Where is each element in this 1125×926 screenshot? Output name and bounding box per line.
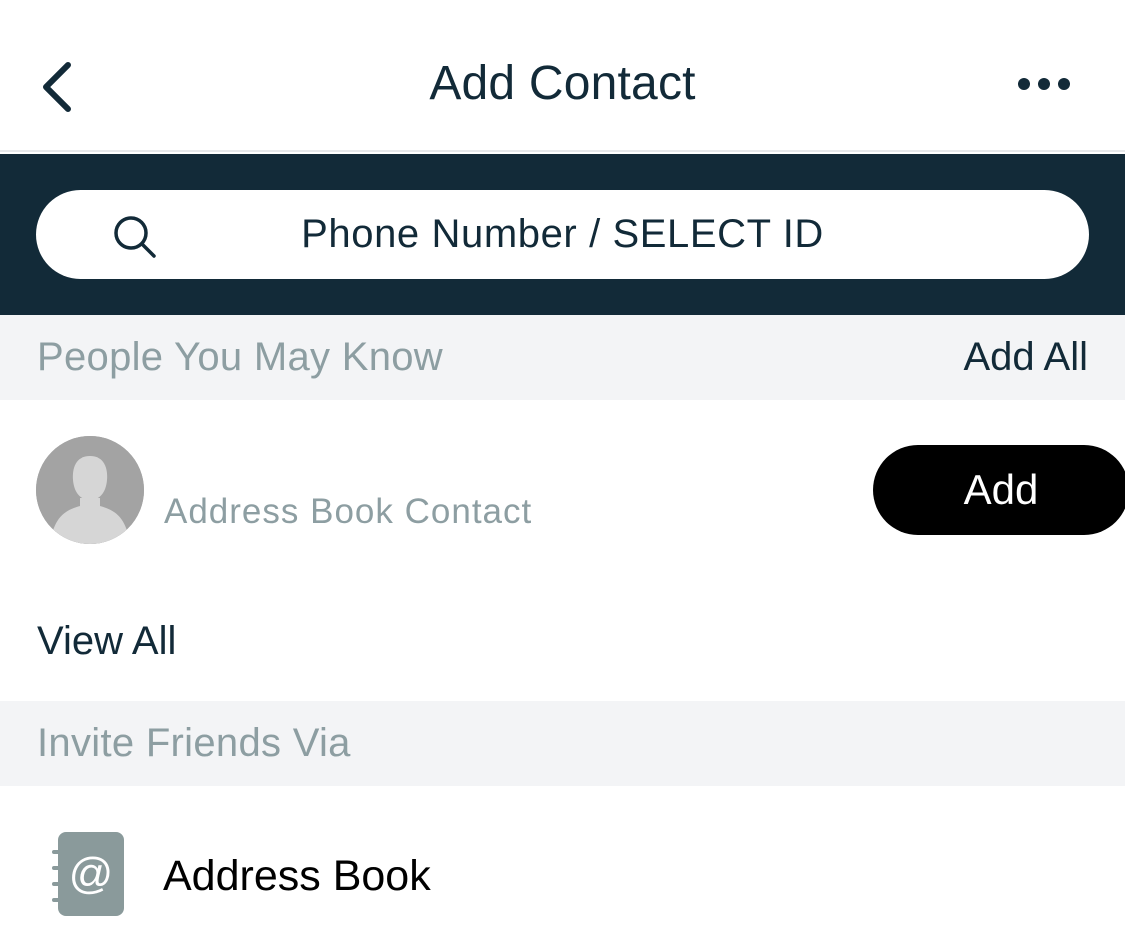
add-contact-screen: Add Contact People You May Know Add All (0, 0, 1125, 926)
section-label: People You May Know (37, 335, 443, 379)
add-contact-button[interactable]: Add (873, 445, 1125, 535)
nav-header: Add Contact (0, 0, 1125, 152)
svg-text:@: @ (69, 849, 114, 898)
search-bar-container (0, 154, 1125, 315)
default-avatar-icon (36, 436, 144, 544)
ellipsis-icon (1018, 78, 1070, 90)
invite-address-book-row[interactable]: @ Address Book (0, 786, 1125, 926)
people-you-may-know-header: People You May Know Add All (0, 315, 1125, 400)
search-box[interactable] (36, 190, 1089, 279)
page-title: Add Contact (429, 57, 696, 110)
section-label: Invite Friends Via (37, 721, 351, 765)
add-all-button[interactable]: Add All (963, 335, 1088, 380)
contact-subtitle: Address Book Contact (164, 492, 533, 531)
address-book-label: Address Book (163, 852, 431, 900)
more-options-button[interactable] (1008, 62, 1080, 106)
search-input[interactable] (176, 190, 949, 279)
suggested-contact-row[interactable]: Address Book Contact Add (0, 400, 1125, 580)
view-all-link[interactable]: View All (37, 619, 176, 664)
search-icon (114, 216, 156, 258)
address-book-icon: @ (52, 832, 124, 916)
invite-friends-header: Invite Friends Via (0, 701, 1125, 786)
